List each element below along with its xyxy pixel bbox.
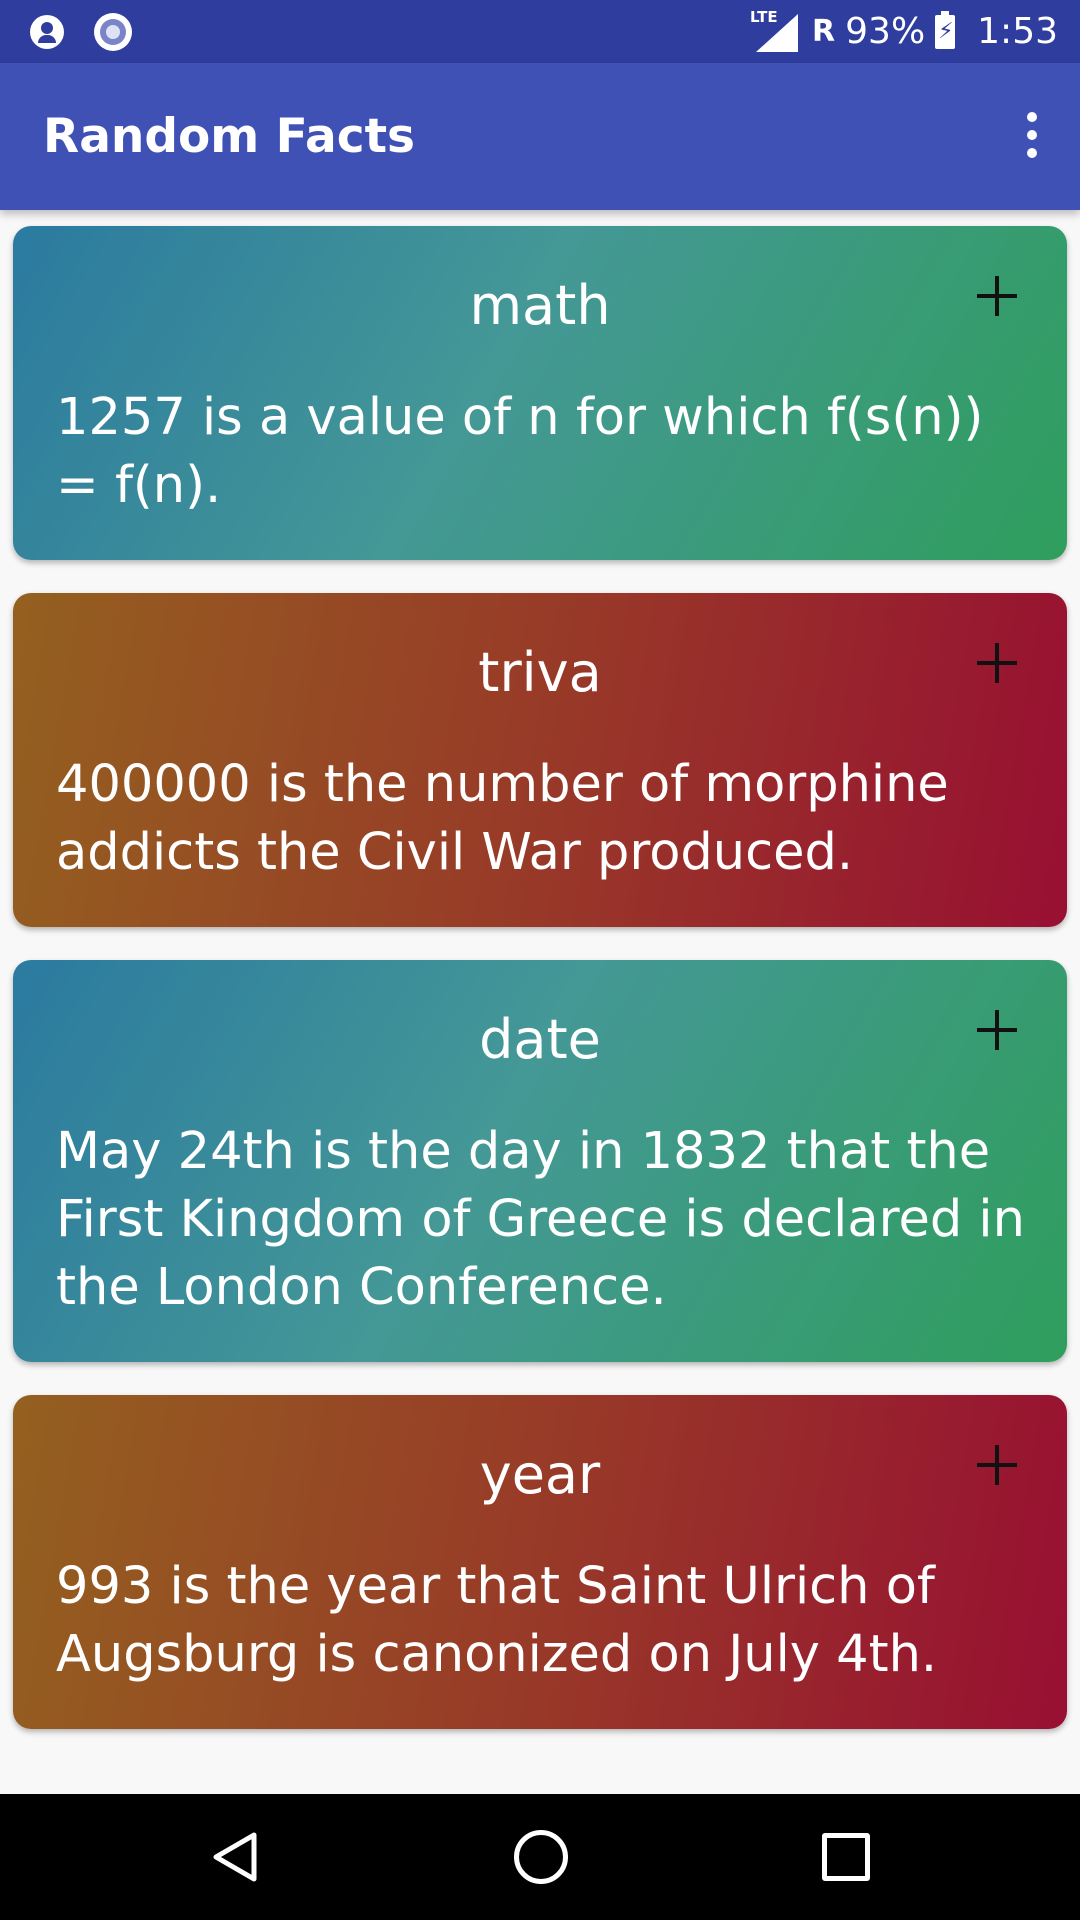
battery-charging-icon: ⚡: [935, 10, 956, 49]
clock: 1:53: [977, 11, 1058, 52]
roaming-indicator: R: [812, 14, 836, 49]
plus-icon[interactable]: [977, 1010, 1017, 1050]
account-icon: [30, 15, 64, 49]
card-fact-text: 993 is the year that Saint Ulrich of Aug…: [56, 1557, 938, 1684]
card-fact-text: 400000 is the number of morphine addicts…: [56, 755, 949, 882]
status-bar-right: LTE R 93% ⚡ 1:53: [750, 0, 1058, 63]
card-category: math: [469, 274, 611, 337]
home-icon[interactable]: [514, 1830, 568, 1884]
status-bar-left: [30, 12, 132, 52]
navigation-bar: [0, 1794, 1080, 1920]
fact-card-trivia[interactable]: triva 400000 is the number of morphine a…: [13, 593, 1067, 927]
card-category: triva: [478, 641, 602, 704]
app-title: Random Facts: [43, 109, 416, 164]
more-vert-icon[interactable]: [1012, 105, 1052, 165]
card-category: date: [479, 1008, 601, 1071]
fact-card-date[interactable]: date May 24th is the day in 1832 that th…: [13, 960, 1067, 1362]
network-type: LTE: [750, 7, 778, 26]
card-category: year: [479, 1443, 601, 1506]
fact-card-math[interactable]: math 1257 is a value of n for which f(s(…: [13, 226, 1067, 560]
app-bar: Random Facts: [0, 63, 1080, 210]
screen: LTE R 93% ⚡ 1:53 Random Facts math 1257 …: [0, 0, 1080, 1920]
signal-icon: LTE: [750, 8, 799, 52]
fact-card-year[interactable]: year 993 is the year that Saint Ulrich o…: [13, 1395, 1067, 1729]
status-bar: LTE R 93% ⚡ 1:53: [0, 0, 1080, 63]
plus-icon[interactable]: [977, 276, 1017, 316]
back-icon[interactable]: [210, 1831, 260, 1883]
plus-icon[interactable]: [977, 643, 1017, 683]
card-fact-text: 1257 is a value of n for which f(s(n)) =…: [56, 388, 984, 515]
recents-icon[interactable]: [822, 1833, 870, 1881]
battery-percentage: 93%: [845, 11, 926, 52]
sync-icon: [94, 13, 132, 51]
card-fact-text: May 24th is the day in 1832 that the Fir…: [56, 1122, 1025, 1317]
plus-icon[interactable]: [977, 1445, 1017, 1485]
